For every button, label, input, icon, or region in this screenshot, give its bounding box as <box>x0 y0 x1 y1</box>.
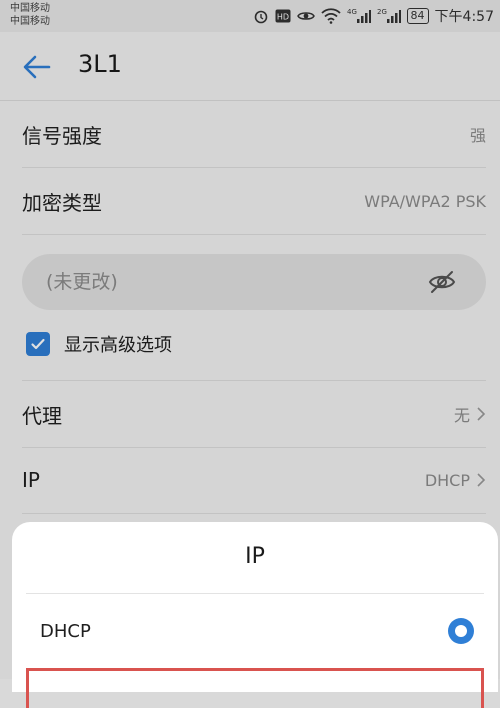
radio-selected[interactable] <box>448 618 474 644</box>
sheet-title: IP <box>245 544 265 569</box>
highlight-box <box>26 668 484 708</box>
option-label: DHCP <box>40 620 91 642</box>
option-dhcp[interactable]: DHCP <box>26 598 484 664</box>
ip-picker-sheet: IP DHCP <box>12 522 498 708</box>
divider <box>26 593 484 594</box>
